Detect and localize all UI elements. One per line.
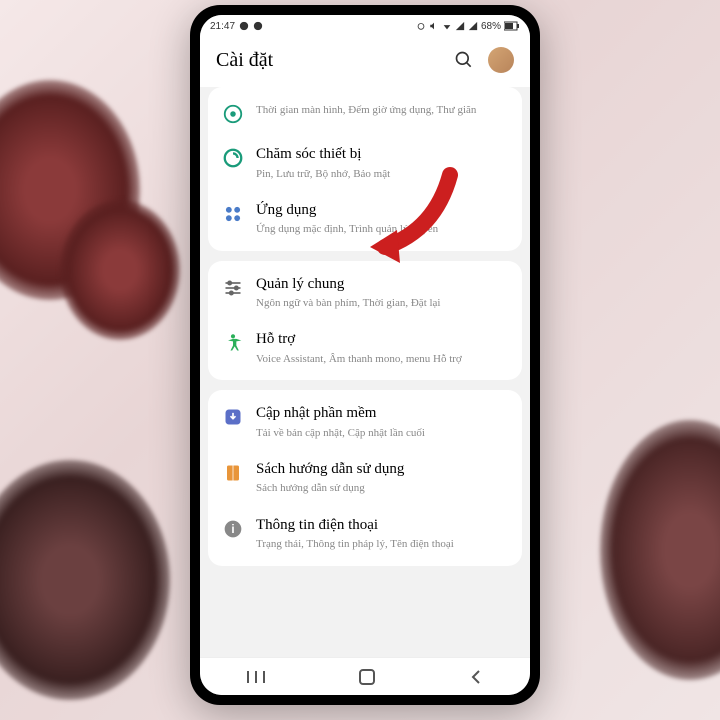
item-title: Hỗ trợ — [256, 330, 508, 350]
item-title: Thông tin điện thoại — [256, 516, 508, 536]
general-icon — [222, 277, 244, 299]
item-sub: Sách hướng dẫn sử dụng — [256, 481, 508, 495]
section-device: Thời gian màn hình, Đếm giờ ứng dụng, Th… — [208, 87, 522, 251]
apps-icon — [222, 203, 244, 225]
phone-frame: 21:47 68% Cài đặt — [190, 5, 540, 705]
item-sub: Trạng thái, Thông tin pháp lý, Tên điện … — [256, 537, 508, 551]
screen: 21:47 68% Cài đặt — [200, 15, 530, 695]
accessibility-icon — [222, 332, 244, 354]
manual-item[interactable]: Sách hướng dẫn sử dụng Sách hướng dẫn sử… — [208, 450, 522, 506]
item-sub: Ứng dụng mặc định, Trình quản lý quyền — [256, 222, 508, 236]
item-title: Ứng dụng — [256, 201, 508, 221]
item-sub: Thời gian màn hình, Đếm giờ ứng dụng, Th… — [256, 103, 508, 117]
device-care-icon — [222, 147, 244, 169]
svg-text:i: i — [231, 523, 234, 536]
search-icon[interactable] — [454, 50, 474, 70]
wifi-icon — [442, 21, 452, 31]
battery-text: 68% — [481, 21, 501, 32]
messenger-icon — [239, 21, 249, 31]
item-sub: Tải về bản cập nhật, Cập nhật lần cuối — [256, 426, 508, 440]
alarm-icon — [416, 21, 426, 31]
general-item[interactable]: Quản lý chung Ngôn ngữ và bàn phím, Thời… — [208, 265, 522, 321]
device-care-item[interactable]: Chăm sóc thiết bị Pin, Lưu trữ, Bộ nhớ, … — [208, 135, 522, 191]
item-title: Chăm sóc thiết bị — [256, 145, 508, 165]
settings-list[interactable]: Thời gian màn hình, Đếm giờ ứng dụng, Th… — [200, 87, 530, 657]
apps-item[interactable]: Ứng dụng Ứng dụng mặc định, Trình quản l… — [208, 191, 522, 247]
page-title: Cài đặt — [216, 49, 273, 72]
signal2-icon — [468, 21, 478, 31]
manual-icon — [222, 462, 244, 484]
status-bar: 21:47 68% — [200, 15, 530, 37]
update-item[interactable]: Cập nhật phần mềm Tải về bản cập nhật, C… — [208, 394, 522, 450]
item-sub: Pin, Lưu trữ, Bộ nhớ, Bảo mật — [256, 167, 508, 181]
section-system: Cập nhật phần mềm Tải về bản cập nhật, C… — [208, 390, 522, 565]
item-sub: Voice Assistant, Âm thanh mono, menu Hỗ … — [256, 352, 508, 366]
home-button[interactable] — [358, 668, 376, 686]
item-title: Sách hướng dẫn sử dụng — [256, 460, 508, 480]
avatar[interactable] — [488, 47, 514, 73]
back-button[interactable] — [468, 669, 484, 685]
section-general: Quản lý chung Ngôn ngữ và bàn phím, Thời… — [208, 261, 522, 381]
wellbeing-icon — [222, 103, 244, 125]
recents-button[interactable] — [246, 669, 266, 685]
status-time: 21:47 — [210, 21, 235, 32]
nav-bar — [200, 657, 530, 695]
update-icon — [222, 406, 244, 428]
item-title: Cập nhật phần mềm — [256, 404, 508, 424]
battery-icon — [504, 21, 520, 31]
header: Cài đặt — [200, 37, 530, 87]
item-title: Quản lý chung — [256, 275, 508, 295]
signal-icon — [455, 21, 465, 31]
wellbeing-item[interactable]: Thời gian màn hình, Đếm giờ ứng dụng, Th… — [208, 91, 522, 135]
accessibility-item[interactable]: Hỗ trợ Voice Assistant, Âm thanh mono, m… — [208, 320, 522, 376]
about-icon: i — [222, 518, 244, 540]
chat-icon — [253, 21, 263, 31]
item-sub: Ngôn ngữ và bàn phím, Thời gian, Đặt lại — [256, 296, 508, 310]
mute-icon — [429, 21, 439, 31]
about-item[interactable]: i Thông tin điện thoại Trạng thái, Thông… — [208, 506, 522, 562]
